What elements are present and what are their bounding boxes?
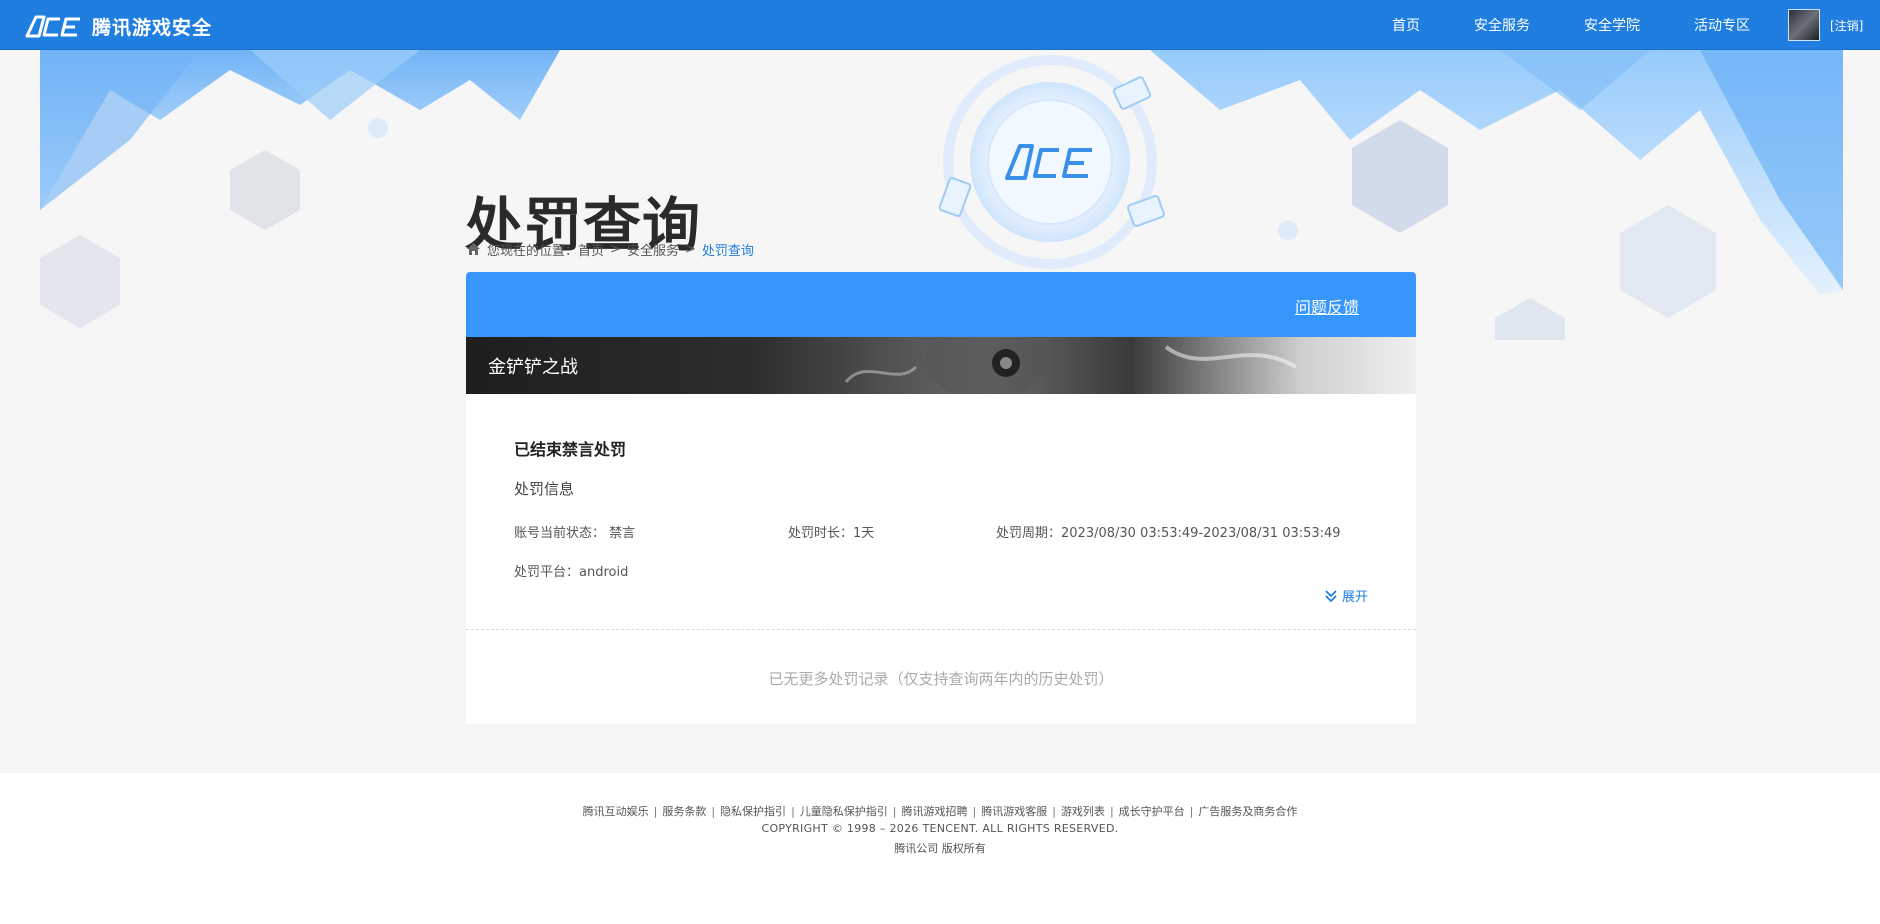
game-banner: 金铲铲之战	[466, 337, 1416, 394]
punishment-record: 已结束禁言处罚 处罚信息 账号当前状态： 禁言 处罚时长：1天 处罚周期：202…	[466, 394, 1416, 630]
footer-link[interactable]: 成长守护平台	[1119, 805, 1185, 818]
logout-link[interactable]: [注销]	[1830, 17, 1863, 34]
feedback-link[interactable]: 问题反馈	[1295, 294, 1359, 318]
nav-home[interactable]: 首页	[1392, 15, 1420, 35]
expand-label: 展开	[1341, 590, 1368, 605]
company-text: 腾讯公司 版权所有	[894, 842, 986, 855]
breadcrumb-separator: >	[610, 241, 621, 257]
nav-security-services[interactable]: 安全服务	[1474, 15, 1530, 35]
main-nav: 首页 安全服务 安全学院 活动专区	[1338, 0, 1750, 50]
footer-separator: |	[1189, 805, 1194, 818]
double-chevron-down-icon	[1325, 589, 1337, 602]
footer-separator: |	[892, 805, 897, 818]
breadcrumb-home[interactable]: 首页	[578, 240, 604, 259]
footer-separator: |	[653, 805, 658, 818]
game-banner-art	[844, 337, 1298, 394]
footer-link[interactable]: 儿童隐私保护指引	[800, 805, 888, 818]
footer-separator: |	[1109, 805, 1114, 818]
footer-link[interactable]: 广告服务及商务合作	[1198, 805, 1297, 818]
ace-logo-icon	[25, 15, 80, 38]
game-name: 金铲铲之战	[488, 357, 578, 378]
breadcrumb: 您现在的位置： 首页 > 安全服务 > 处罚查询	[466, 240, 754, 259]
punishment-platform: 处罚平台：android	[514, 565, 629, 580]
nav-events[interactable]: 活动专区	[1694, 15, 1750, 35]
punishment-title: 已结束禁言处罚	[514, 440, 627, 459]
footer-link[interactable]: 游戏列表	[1061, 805, 1105, 818]
card-header: 问题反馈	[466, 272, 1416, 337]
no-more-records-text: 已无更多处罚记录（仅支持查询两年内的历史处罚）	[768, 670, 1114, 688]
punishment-period: 处罚周期：2023/08/30 03:53:49-2023/08/31 03:5…	[996, 526, 1341, 541]
user-avatar[interactable]	[1788, 9, 1820, 41]
page-footer: 腾讯互动娱乐 | 服务条款 | 隐私保护指引 | 儿童隐私保护指引 | 腾讯游戏招聘 | 腾讯游戏客…	[0, 773, 1880, 924]
footer-link[interactable]: 服务条款	[662, 805, 706, 818]
footer-link[interactable]: 隐私保护指引	[720, 805, 786, 818]
footer-link[interactable]: 腾讯游戏招聘	[902, 805, 968, 818]
punishment-info-label: 处罚信息	[514, 480, 575, 498]
nav-security-academy[interactable]: 安全学院	[1584, 15, 1640, 35]
expand-button[interactable]: 展开	[1324, 586, 1368, 605]
punishment-duration: 处罚时长：1天	[788, 526, 875, 541]
footer-separator: |	[972, 805, 977, 818]
footer-separator: |	[1052, 805, 1056, 818]
account-status: 账号当前状态： 禁言	[514, 526, 636, 541]
copyright-text: COPYRIGHT © 1998 – 2026 TENCENT. ALL RIG…	[761, 822, 1119, 835]
footer-link[interactable]: 腾讯互动娱乐	[583, 805, 649, 818]
top-navigation-bar: 腾讯游戏安全 首页 安全服务 安全学院 活动专区 [注销]	[0, 0, 1880, 50]
card-footer: 已无更多处罚记录（仅支持查询两年内的历史处罚）	[466, 630, 1416, 724]
footer-separator: |	[711, 805, 716, 818]
punishment-card: 问题反馈 金铲铲之战 已结束禁言处罚 处罚信息 账号当前状态： 禁言 处罚时长：…	[466, 272, 1416, 724]
site-logo[interactable]: 腾讯游戏安全	[24, 12, 212, 40]
breadcrumb-separator: >	[684, 241, 696, 257]
footer-separator: |	[791, 805, 795, 818]
breadcrumb-security-services[interactable]: 安全服务	[627, 240, 679, 259]
breadcrumb-prefix: 您现在的位置：	[487, 243, 579, 259]
breadcrumb-current: 处罚查询	[701, 243, 754, 259]
home-icon	[467, 243, 480, 255]
footer-link[interactable]: 腾讯游戏客服	[981, 805, 1047, 818]
site-logo-text: 腾讯游戏安全	[92, 16, 213, 39]
footer-links: 腾讯互动娱乐 | 服务条款 | 隐私保护指引 | 儿童隐私保护指引 | 腾讯游戏招聘 | 腾讯游戏客…	[0, 803, 1880, 819]
